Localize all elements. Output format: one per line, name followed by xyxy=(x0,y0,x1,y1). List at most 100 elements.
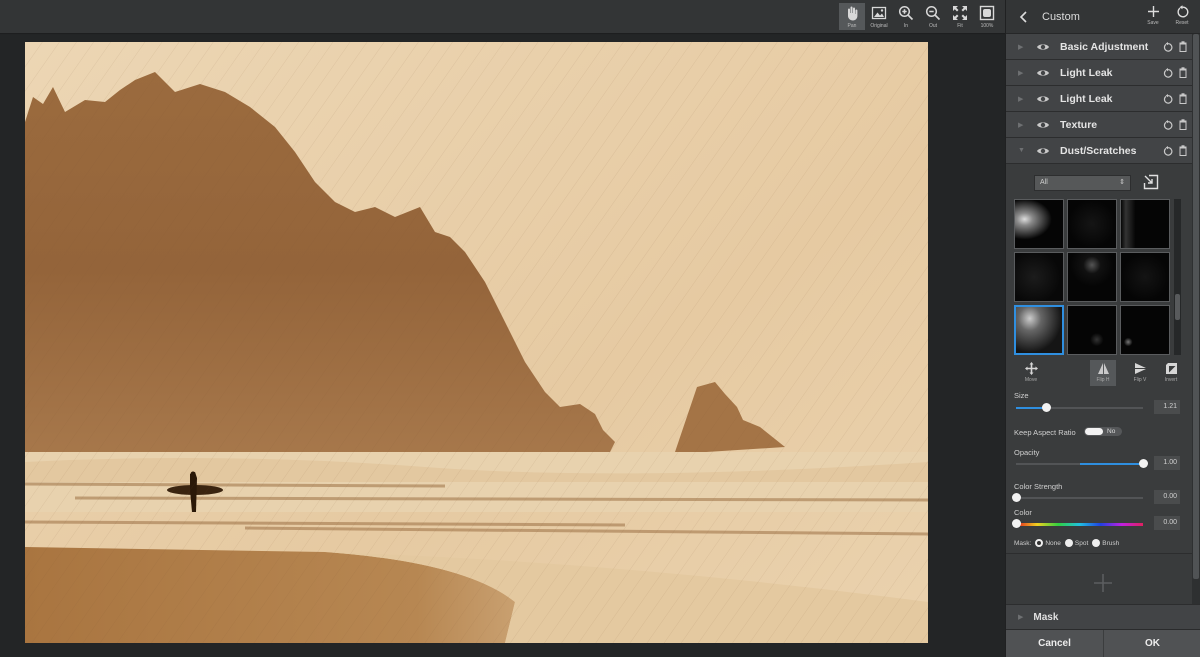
save-button[interactable]: Save xyxy=(1142,5,1164,26)
color-strength-slider[interactable] xyxy=(1012,493,1143,502)
visibility-eye-icon[interactable] xyxy=(1036,120,1050,130)
dust-scratches-settings: All ⇕ Move Flip H Flip V Invert Size 1.2… xyxy=(1006,164,1193,554)
color-strength-slider-knob[interactable] xyxy=(1012,493,1021,502)
edited-photo[interactable] xyxy=(25,42,928,643)
visibility-eye-icon[interactable] xyxy=(1036,146,1050,156)
thumbnail-scroll-thumb[interactable] xyxy=(1175,294,1180,320)
layer-reset-icon[interactable] xyxy=(1163,68,1173,78)
opacity-value-input[interactable]: 1.00 xyxy=(1154,456,1180,470)
category-value: All xyxy=(1040,179,1048,186)
layer-delete-icon[interactable] xyxy=(1179,145,1187,156)
pan-tool-button[interactable]: Pan xyxy=(839,3,865,30)
mask-brush-radio[interactable] xyxy=(1092,539,1101,547)
color-strength-value-input[interactable]: 0.00 xyxy=(1154,490,1180,504)
texture-thumbnail[interactable] xyxy=(1067,252,1117,302)
expand-caret-icon[interactable]: ▶ xyxy=(1018,69,1024,77)
panel-title: Custom xyxy=(1042,10,1080,23)
layer-dust-scratches[interactable]: ▼ Dust/Scratches xyxy=(1006,138,1193,164)
size-value-input[interactable]: 1.21 xyxy=(1154,400,1180,414)
layer-light-leak-1[interactable]: ▶ Light Leak xyxy=(1006,60,1193,86)
expand-caret-icon[interactable]: ▶ xyxy=(1018,121,1024,129)
back-chevron-icon[interactable] xyxy=(1018,10,1030,23)
layer-reset-icon[interactable] xyxy=(1163,94,1173,104)
invert-button[interactable]: Invert xyxy=(1158,360,1184,386)
original-tool-button[interactable]: Original xyxy=(866,3,892,30)
invert-label: Invert xyxy=(1164,377,1178,383)
zoom-out-icon xyxy=(925,5,941,21)
layer-light-leak-2[interactable]: ▶ Light Leak xyxy=(1006,86,1193,112)
add-effect-area xyxy=(1006,553,1193,604)
select-arrows-icon: ⇕ xyxy=(1119,179,1125,186)
panel-scrollbar[interactable] xyxy=(1192,34,1200,604)
category-select[interactable]: All ⇕ xyxy=(1034,175,1131,191)
flip-vertical-button[interactable]: Flip V xyxy=(1127,360,1153,386)
layer-texture[interactable]: ▶ Texture xyxy=(1006,112,1193,138)
collapse-caret-icon[interactable]: ▼ xyxy=(1018,147,1025,154)
mask-spot-radio[interactable] xyxy=(1064,539,1073,547)
move-button[interactable]: Move xyxy=(1018,360,1044,386)
visibility-eye-icon[interactable] xyxy=(1036,94,1050,104)
save-label: Save xyxy=(1147,20,1159,26)
ok-button[interactable]: OK xyxy=(1103,630,1200,657)
texture-thumbnail[interactable] xyxy=(1067,199,1117,249)
mask-section-title: Mask xyxy=(1033,611,1059,623)
view-tools: Pan Original In Out Fit 100% xyxy=(839,3,1000,30)
keep-aspect-toggle[interactable]: No xyxy=(1084,427,1122,436)
visibility-eye-icon[interactable] xyxy=(1036,42,1050,52)
flip-horizontal-button[interactable]: Flip H xyxy=(1090,360,1116,386)
texture-thumbnail[interactable] xyxy=(1014,305,1064,355)
mask-none-label[interactable]: None xyxy=(1045,540,1061,547)
hand-icon xyxy=(848,6,858,21)
texture-thumbnail[interactable] xyxy=(1014,199,1064,249)
cancel-button[interactable]: Cancel xyxy=(1006,630,1103,657)
texture-thumbnail[interactable] xyxy=(1120,305,1170,355)
expand-caret-icon[interactable]: ▶ xyxy=(1018,95,1024,103)
layer-delete-icon[interactable] xyxy=(1179,93,1187,104)
fit-button[interactable]: Fit xyxy=(947,3,973,30)
color-slider-knob[interactable] xyxy=(1012,519,1021,528)
thumbnail-scrollbar[interactable] xyxy=(1174,199,1181,355)
expand-caret-icon[interactable]: ▶ xyxy=(1018,613,1023,621)
import-icon[interactable] xyxy=(1143,174,1159,190)
mask-label: Mask: xyxy=(1014,539,1032,547)
layer-delete-icon[interactable] xyxy=(1179,67,1187,78)
keep-aspect-label: Keep Aspect Ratio xyxy=(1014,428,1076,437)
pan-label: Pan xyxy=(847,23,857,29)
layer-basic-adjustment[interactable]: ▶ Basic Adjustment xyxy=(1006,34,1193,60)
layer-reset-icon[interactable] xyxy=(1163,120,1173,130)
panel-scroll-thumb[interactable] xyxy=(1193,34,1199,579)
size-slider-knob[interactable] xyxy=(1042,403,1051,412)
layer-reset-icon[interactable] xyxy=(1163,146,1173,156)
invert-icon xyxy=(1165,363,1177,374)
layer-delete-icon[interactable] xyxy=(1179,41,1187,52)
mask-spot-label[interactable]: Spot xyxy=(1075,540,1088,547)
layer-delete-icon[interactable] xyxy=(1179,119,1187,130)
reset-icon xyxy=(1177,5,1188,18)
layer-reset-icon[interactable] xyxy=(1163,42,1173,52)
texture-thumbnail[interactable] xyxy=(1120,252,1170,302)
flip-horizontal-icon xyxy=(1097,363,1109,374)
texture-thumbnail[interactable] xyxy=(1120,199,1170,249)
fit-icon xyxy=(953,6,967,20)
photo-editor: Pan Original In Out Fit 100% Custom Save… xyxy=(0,0,1200,657)
opacity-label: Opacity xyxy=(1014,448,1040,457)
reset-button[interactable]: Reset xyxy=(1171,5,1193,26)
layer-name: Light Leak xyxy=(1060,92,1113,105)
actual-size-button[interactable]: 100% xyxy=(974,3,1000,30)
opacity-slider-knob[interactable] xyxy=(1139,459,1148,468)
visibility-eye-icon[interactable] xyxy=(1036,68,1050,78)
mask-section[interactable]: ▶ Mask xyxy=(1006,604,1200,629)
expand-caret-icon[interactable]: ▶ xyxy=(1018,43,1024,51)
texture-thumbnail[interactable] xyxy=(1067,305,1117,355)
toggle-knob xyxy=(1085,428,1103,435)
size-slider[interactable] xyxy=(1016,403,1143,412)
color-value-input[interactable]: 0.00 xyxy=(1154,516,1180,530)
add-effect-plus-icon[interactable] xyxy=(1094,574,1112,592)
texture-thumbnail[interactable] xyxy=(1014,252,1064,302)
zoom-in-button[interactable]: In xyxy=(893,3,919,30)
opacity-slider[interactable] xyxy=(1016,459,1148,468)
color-hue-slider[interactable] xyxy=(1012,519,1143,528)
zoom-out-button[interactable]: Out xyxy=(920,3,946,30)
mask-none-radio[interactable] xyxy=(1035,539,1044,547)
mask-brush-label[interactable]: Brush xyxy=(1102,540,1119,547)
